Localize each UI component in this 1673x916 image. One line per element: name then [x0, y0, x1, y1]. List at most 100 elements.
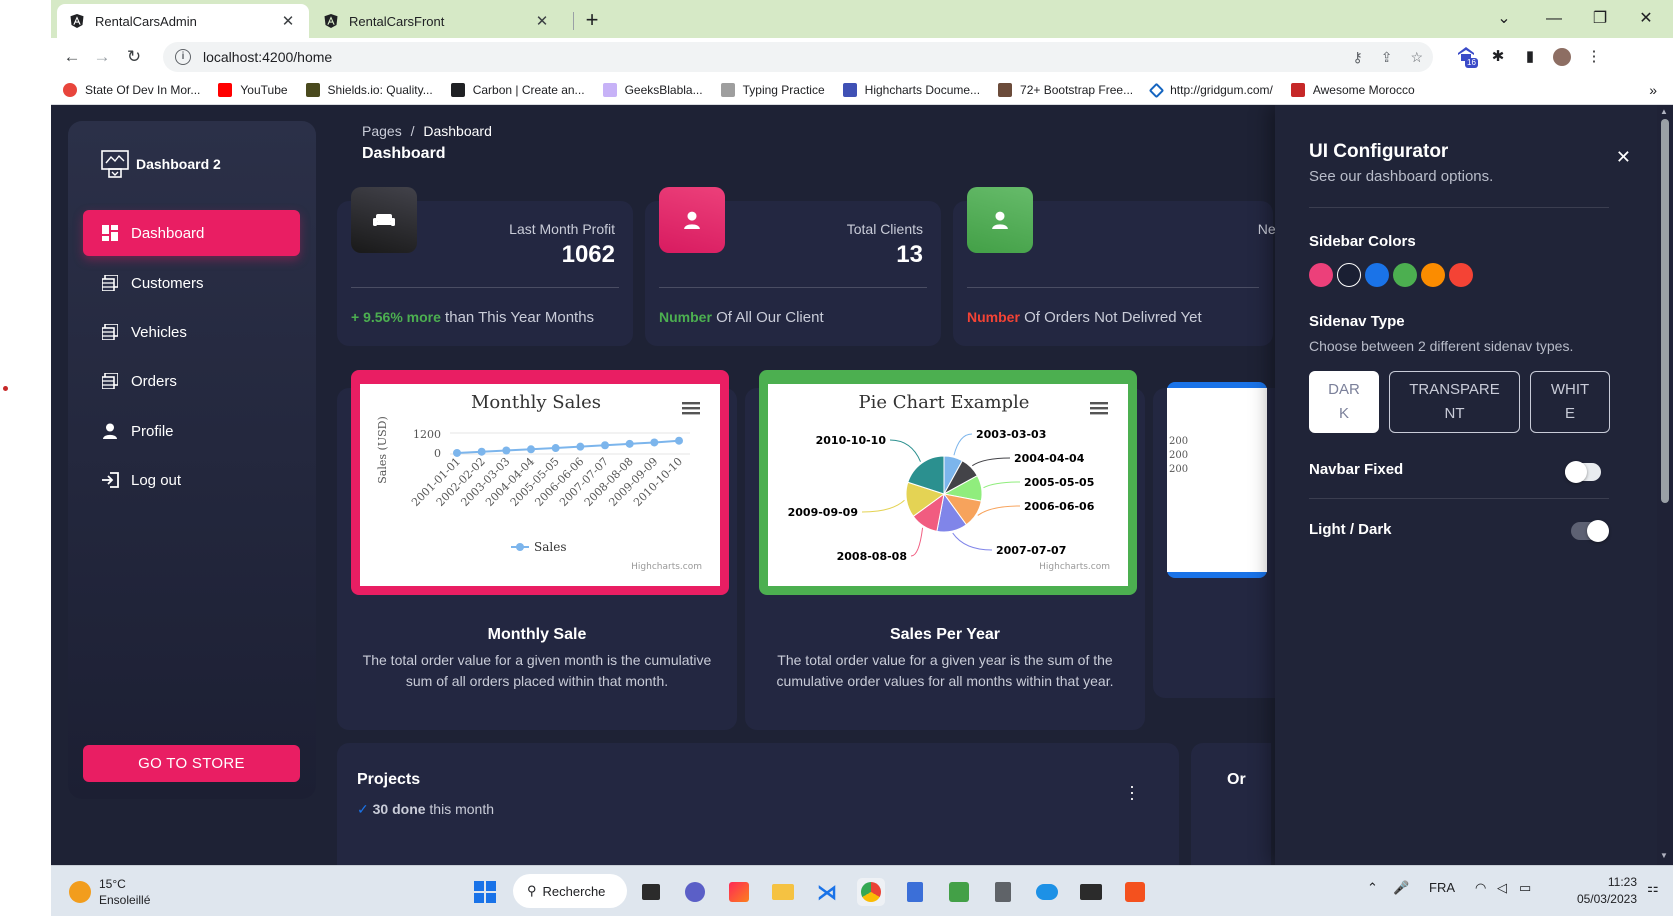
bookmark-item[interactable]: Typing Practice: [720, 83, 825, 97]
sidebar-item-customers[interactable]: Customers: [83, 260, 300, 306]
terminal-icon[interactable]: [1077, 878, 1105, 906]
address-bar[interactable]: i localhost:4200/home ⚷ ⇪ ☆: [163, 42, 1433, 72]
bookmark-item[interactable]: Shields.io: Quality...: [305, 83, 433, 97]
go-to-store-button[interactable]: GO TO STORE: [83, 745, 300, 782]
sidebar-item-dashboard[interactable]: Dashboard: [83, 210, 300, 256]
sidenav-white-button[interactable]: WHIT E: [1530, 371, 1610, 433]
tab-rentalcarsadmin[interactable]: RentalCarsAdmin ✕: [57, 4, 309, 38]
bookmark-item[interactable]: YouTube: [218, 83, 288, 97]
sidebar-item-orders[interactable]: Orders: [83, 358, 300, 404]
legend[interactable]: Sales: [511, 540, 566, 554]
credits-link[interactable]: Highcharts.com: [1039, 562, 1110, 572]
scroll-up-icon[interactable]: ▲: [1660, 107, 1668, 116]
back-button[interactable]: ←: [59, 44, 85, 70]
close-window-button[interactable]: ✕: [1623, 4, 1669, 34]
battery-icon[interactable]: ▭: [1519, 880, 1531, 896]
language-indicator[interactable]: FRA: [1429, 880, 1455, 895]
chart-menu-icon[interactable]: [682, 402, 700, 415]
reload-button[interactable]: ↻: [121, 44, 147, 70]
bookmark-favicon-icon: [1148, 82, 1165, 98]
extension-icon[interactable]: 16: [1453, 44, 1479, 70]
sidenav-dark-button[interactable]: DAR K: [1309, 371, 1379, 433]
camtasia-icon[interactable]: [945, 878, 973, 906]
credits-link[interactable]: Highcharts.com: [631, 562, 702, 572]
bookmark-favicon-icon: [602, 83, 617, 97]
bookmark-item[interactable]: State Of Dev In Mor...: [63, 83, 200, 97]
data-point[interactable]: [551, 444, 560, 453]
more-vert-icon[interactable]: · · ·: [1129, 777, 1135, 807]
mic-icon[interactable]: 🎤: [1393, 880, 1409, 896]
sidebar-color-swatch[interactable]: [1393, 263, 1417, 287]
teams-icon[interactable]: [681, 878, 709, 906]
avatar[interactable]: [1549, 44, 1575, 70]
data-point[interactable]: [576, 442, 585, 451]
puzzle-icon[interactable]: ✱: [1485, 44, 1511, 70]
chrome-icon[interactable]: [857, 878, 885, 906]
light-dark-toggle[interactable]: [1571, 520, 1609, 542]
bookmark-item[interactable]: GeeksBlabla...: [602, 83, 703, 97]
bookmark-item[interactable]: Highcharts Docume...: [842, 83, 980, 97]
sidenav-transparent-button[interactable]: TRANSPARE NT: [1389, 371, 1520, 433]
new-tab-button[interactable]: +: [577, 6, 607, 34]
sidebar-item-profile[interactable]: Profile: [83, 408, 300, 454]
chart-pie: Pie Chart Example 2003-03-03 2004-04-04 20…: [768, 384, 1128, 586]
data-point[interactable]: [650, 438, 659, 447]
data-point[interactable]: [477, 447, 486, 456]
share-icon[interactable]: ⇪: [1381, 49, 1393, 66]
close-tab-icon[interactable]: ✕: [533, 12, 551, 30]
data-point[interactable]: [625, 439, 634, 448]
scroll-down-icon[interactable]: ▼: [1660, 851, 1668, 860]
site-info-icon[interactable]: i: [175, 49, 191, 65]
calculator-icon[interactable]: [989, 878, 1017, 906]
close-tab-icon[interactable]: ✕: [279, 12, 297, 30]
restore-button[interactable]: ❐: [1577, 4, 1623, 34]
data-point[interactable]: [527, 445, 535, 454]
sidebar-color-swatch[interactable]: [1337, 263, 1361, 287]
forward-button[interactable]: →: [89, 44, 115, 70]
navbar-fixed-toggle[interactable]: [1565, 461, 1601, 483]
app-icon[interactable]: [1121, 878, 1149, 906]
bookmark-item[interactable]: 72+ Bootstrap Free...: [998, 83, 1133, 97]
bookmark-item[interactable]: Carbon | Create an...: [450, 83, 585, 97]
intellij-icon[interactable]: [725, 878, 753, 906]
cursor-trace-dot: [3, 386, 8, 391]
chevron-up-icon[interactable]: ⌃: [1367, 880, 1378, 896]
sidebar-color-swatch[interactable]: [1365, 263, 1389, 287]
clock[interactable]: 11:23 05/03/2023: [1577, 874, 1637, 908]
bookmark-star-icon[interactable]: ☆: [1410, 49, 1423, 66]
sidebar-color-swatch[interactable]: [1309, 263, 1333, 287]
scrollbar-thumb[interactable]: [1661, 119, 1669, 503]
close-icon[interactable]: ✕: [1616, 147, 1631, 168]
page-scrollbar[interactable]: ▲ ▼: [1657, 105, 1673, 865]
docker-icon[interactable]: [1033, 878, 1061, 906]
data-point[interactable]: [601, 441, 609, 450]
weather-widget[interactable]: 15°C Ensoleillé: [69, 876, 150, 908]
tab-rentalcarsfront[interactable]: RentalCarsFront ✕: [311, 4, 563, 38]
start-icon[interactable]: [471, 878, 499, 906]
side-panel-icon[interactable]: ▮: [1517, 44, 1543, 70]
file-explorer-icon[interactable]: [769, 878, 797, 906]
vscode-icon[interactable]: ⋊: [813, 878, 841, 906]
volume-icon[interactable]: ◁: [1497, 880, 1507, 896]
bookmarks-overflow-icon[interactable]: »: [1649, 82, 1657, 98]
bookmark-item[interactable]: Awesome Morocco: [1290, 83, 1415, 97]
wifi-icon[interactable]: ◠: [1475, 880, 1486, 896]
notepad-icon[interactable]: [901, 878, 929, 906]
sidebar-item-vehicles[interactable]: Vehicles: [83, 309, 300, 355]
notification-icon[interactable]: ⚏: [1647, 880, 1659, 896]
task-view-icon[interactable]: [637, 878, 665, 906]
tab-search-icon[interactable]: ⌄: [1481, 4, 1527, 34]
sidebar-color-swatch[interactable]: [1421, 263, 1445, 287]
data-point[interactable]: [502, 446, 511, 455]
chart-menu-icon[interactable]: [1090, 402, 1108, 415]
sidebar-color-swatch[interactable]: [1449, 263, 1473, 287]
menu-icon[interactable]: ⋮: [1581, 44, 1607, 70]
bookmark-item[interactable]: http://gridgum.com/: [1148, 82, 1273, 98]
key-icon[interactable]: ⚷: [1352, 49, 1362, 66]
taskbar-search[interactable]: ⚲ Recherche: [513, 874, 627, 908]
breadcrumb-root[interactable]: Pages: [362, 123, 402, 139]
minimize-button[interactable]: —: [1531, 4, 1577, 34]
sidebar-item-logout[interactable]: Log out: [83, 457, 300, 503]
brand[interactable]: Dashboard 2: [100, 149, 221, 179]
data-point[interactable]: [675, 436, 683, 445]
